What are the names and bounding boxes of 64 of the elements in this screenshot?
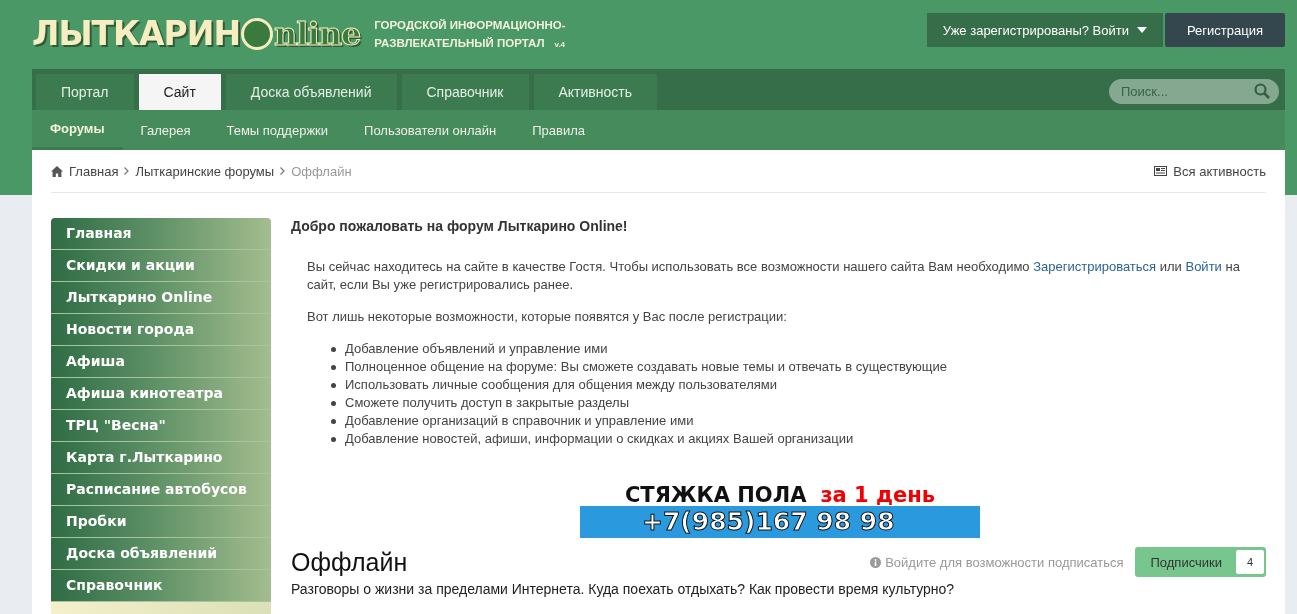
newspaper-icon [1154, 166, 1168, 176]
feature-item: Добавление организаций в справочник и управление ими [345, 412, 694, 430]
sidebar-link[interactable]: ТРЦ "Весна" [51, 410, 271, 442]
sidebar-link[interactable]: Новости города [51, 314, 271, 346]
nav-tab[interactable]: Портал [36, 74, 134, 110]
bullet-icon [331, 364, 336, 370]
sidebar-link[interactable]: Справочник [51, 570, 271, 602]
nav-tab[interactable]: Активность [533, 74, 657, 110]
welcome-text: Вы сейчас находитесь на сайте в качестве Гостя. Чтобы использовать все возможности нашего сайта Вам необходимо Зарегистрироваться или Войти на сайт, если Вы уже регистрировались ранее. [307, 258, 1241, 294]
feature-item: Полноценное общение на форуме: Вы сможете создавать новые темы и отвечать в существующие [345, 358, 947, 376]
subnav-link[interactable]: Галерея [122, 110, 209, 150]
sign-in-button[interactable]: Уже зарегистрированы? Войти [926, 13, 1163, 47]
sidebar-link[interactable]: Афиша [51, 346, 271, 378]
feature-item: Добавление новостей, афиши, информации о скидках и акциях Вашей организации [345, 430, 854, 448]
bullet-icon [331, 382, 336, 388]
all-activity-link[interactable]: Вся активность [1173, 163, 1266, 179]
caret-icon [1137, 27, 1147, 33]
nav-tab[interactable]: Сайт [138, 74, 221, 110]
sidebar-link[interactable]: Пробки [51, 506, 271, 538]
breadcrumb-link[interactable]: Оффлайн [291, 163, 352, 179]
forum-title: Оффлайн [291, 547, 408, 577]
chevron-icon [124, 167, 130, 175]
feature-item: Использовать личные сообщения для общения между пользователями [345, 376, 777, 394]
followers-button[interactable]: Подписчики 4 [1135, 547, 1266, 577]
version-label: v.4 [554, 39, 566, 49]
chevron-icon [280, 167, 286, 175]
logo-tagline: ГОРОДСКОЙ ИНФОРМАЦИОННО- [374, 18, 566, 31]
text-link[interactable]: Войти [1185, 259, 1222, 274]
nav-tab[interactable]: Доска объявлений [225, 74, 397, 110]
breadcrumb-link[interactable]: Главная [69, 163, 119, 179]
sidebar-link[interactable]: Расписание автобусов [51, 474, 271, 506]
subnav-link[interactable]: Пользователи онлайн [346, 110, 515, 150]
sidebar-link[interactable]: Лыткарино Online [51, 282, 271, 314]
banner-accent: за 1 день [820, 482, 936, 506]
subscribe-hint: Войдите для возможности подписаться [885, 554, 1124, 570]
register-button[interactable]: Регистрация [1165, 13, 1285, 47]
text-link[interactable]: Зарегистрироваться [1033, 259, 1157, 274]
subnav-link[interactable]: Правила [514, 110, 603, 150]
feature-item: Сможете получить доступ в закрытые разделы [345, 394, 629, 412]
sidebar-link[interactable]: Скидки и акции [51, 250, 271, 282]
sidebar-link[interactable]: Афиша кинотеатра [51, 378, 271, 410]
sidebar-link[interactable]: Главная [51, 218, 271, 250]
bullet-icon [331, 346, 336, 352]
search-icon[interactable] [1254, 83, 1270, 99]
bullet-icon [331, 436, 336, 442]
welcome-title: Добро пожаловать на форум Лыткарино Online! [291, 218, 629, 234]
logo-tagline: РАЗВЛЕКАТЕЛЬНЫЙ ПОРТАЛ [374, 36, 545, 49]
banner-phone: +7(985)167 98 98 [580, 506, 980, 538]
features-lead: Вот лишь некоторые возможности, которые появятся у Вас после регистрации: [307, 308, 788, 326]
breadcrumb-link[interactable]: Лыткаринские форумы [135, 163, 275, 179]
sidebar-link[interactable]: Карта г.Лыткарино [51, 442, 271, 474]
followers-count: 4 [1236, 550, 1264, 574]
subnav-link[interactable]: Темы поддержки [208, 110, 347, 150]
feature-item: Добавление объявлений и управление ими [345, 340, 608, 358]
home-icon [51, 165, 63, 177]
sidebar-link[interactable]: Доска объявлений [51, 538, 271, 570]
site-logo[interactable]: ЛЫТКАРИН nline [32, 14, 361, 53]
nav-tab[interactable]: Справочник [401, 74, 529, 110]
bullet-icon [331, 418, 336, 424]
forum-description: Разговоры о жизни за пределами Интернета. Куда поехать отдыхать? Как провести время культурно? [291, 581, 956, 597]
banner-headline: СТЯЖКА ПОЛА [624, 482, 807, 506]
info-icon [870, 556, 882, 568]
search-field[interactable]: Поиск... [1109, 79, 1279, 104]
bullet-icon [331, 400, 336, 406]
